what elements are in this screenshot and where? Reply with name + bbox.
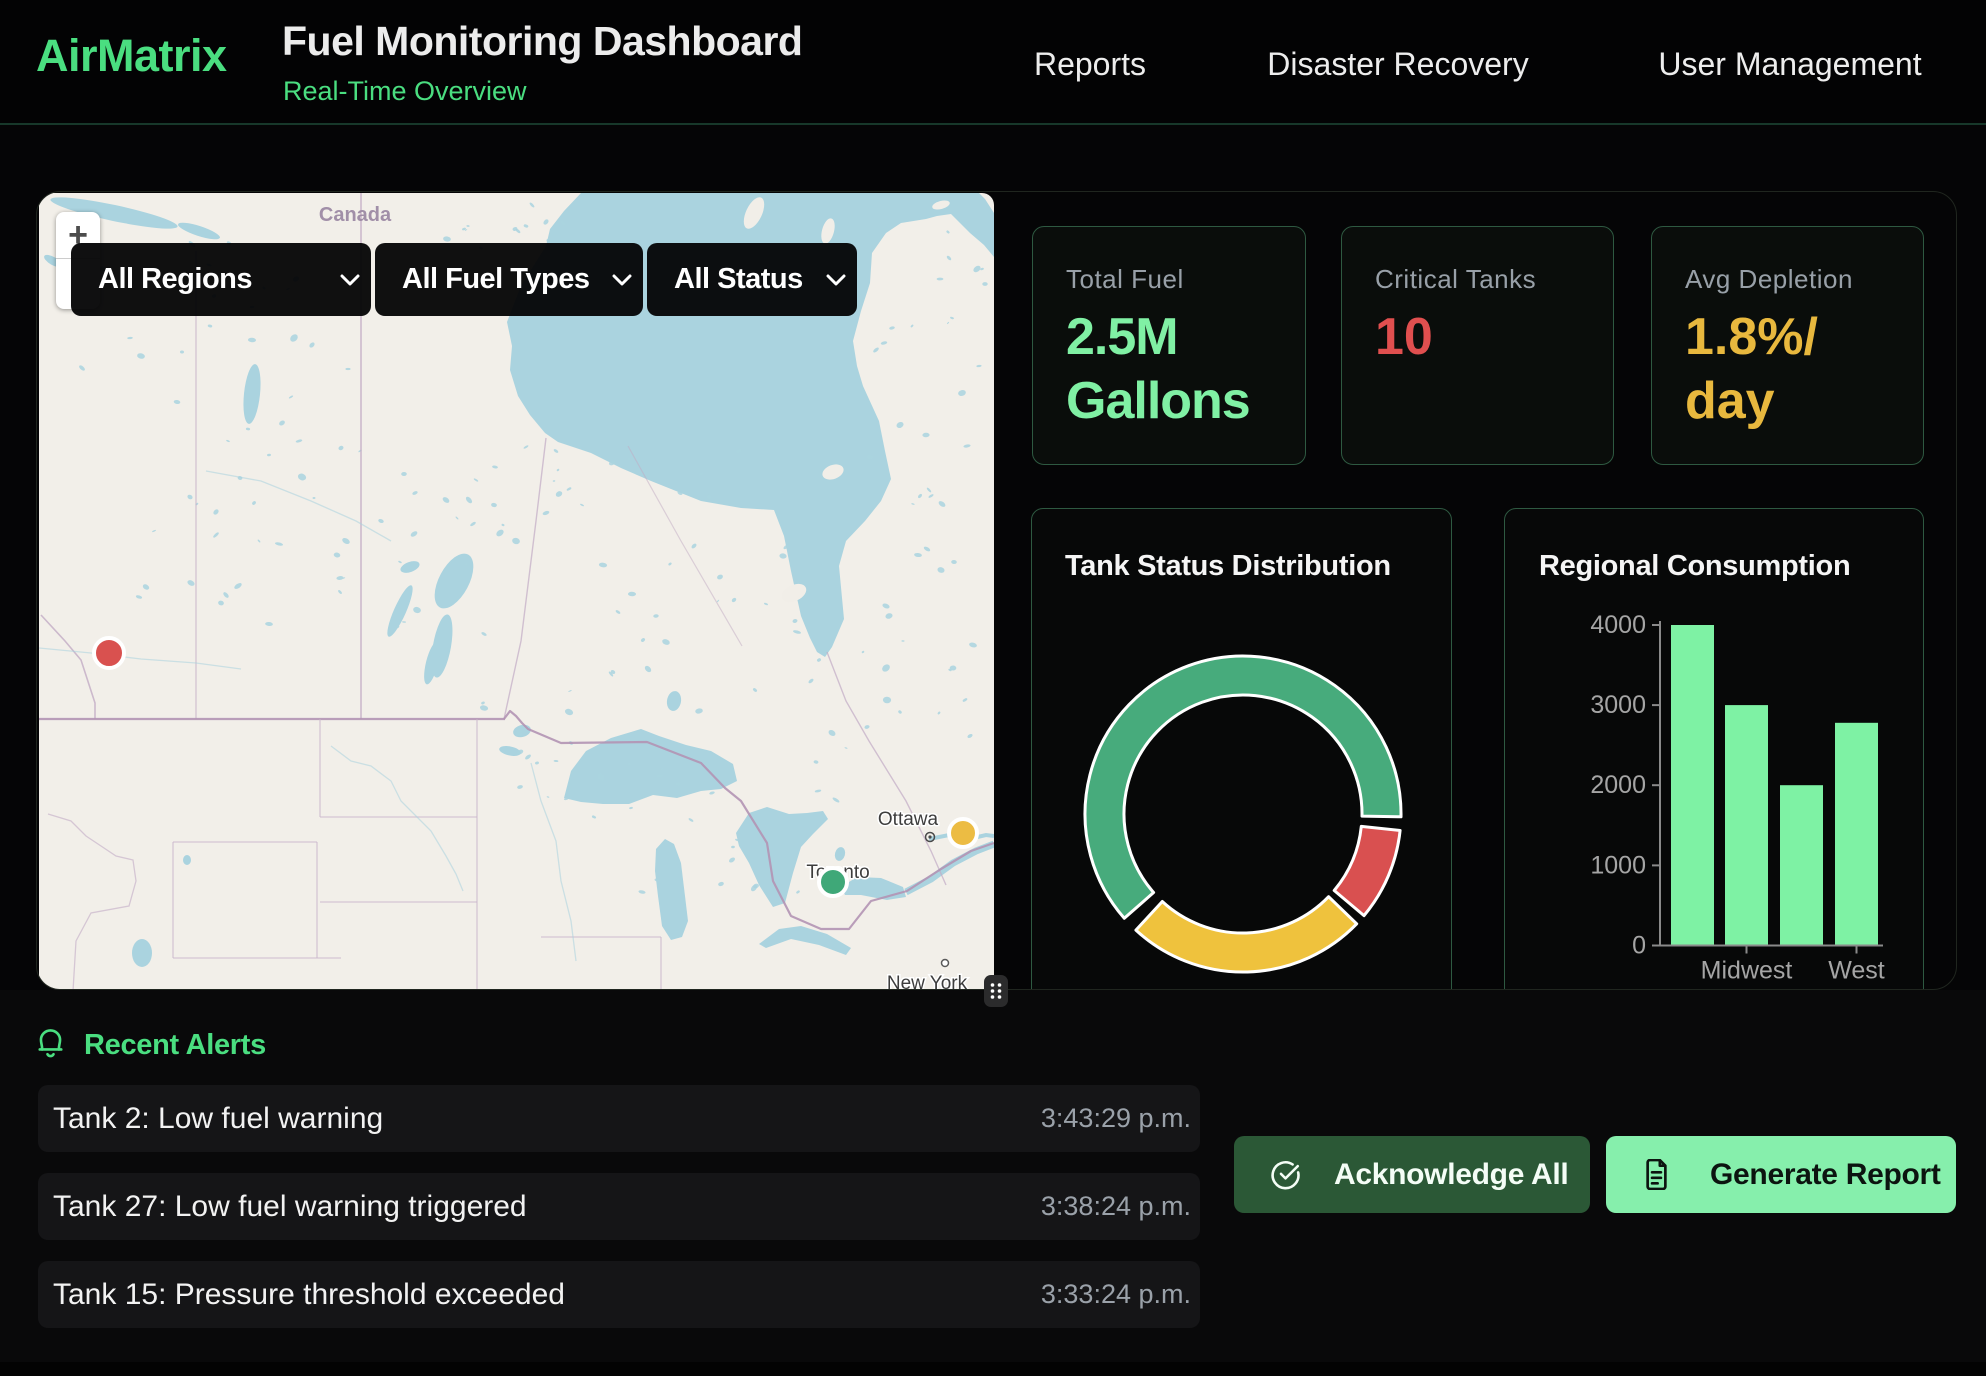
svg-text:3000: 3000 <box>1590 691 1646 719</box>
svg-text:Midwest: Midwest <box>1701 957 1793 985</box>
svg-text:1000: 1000 <box>1590 851 1646 879</box>
svg-text:Ottawa: Ottawa <box>878 809 939 830</box>
svg-text:4000: 4000 <box>1590 611 1646 639</box>
svg-text:0: 0 <box>1632 932 1646 960</box>
svg-text:West: West <box>1828 957 1885 985</box>
svg-text:New York: New York <box>887 973 968 990</box>
svg-text:2000: 2000 <box>1590 771 1646 799</box>
svg-text:Canada: Canada <box>319 204 392 226</box>
